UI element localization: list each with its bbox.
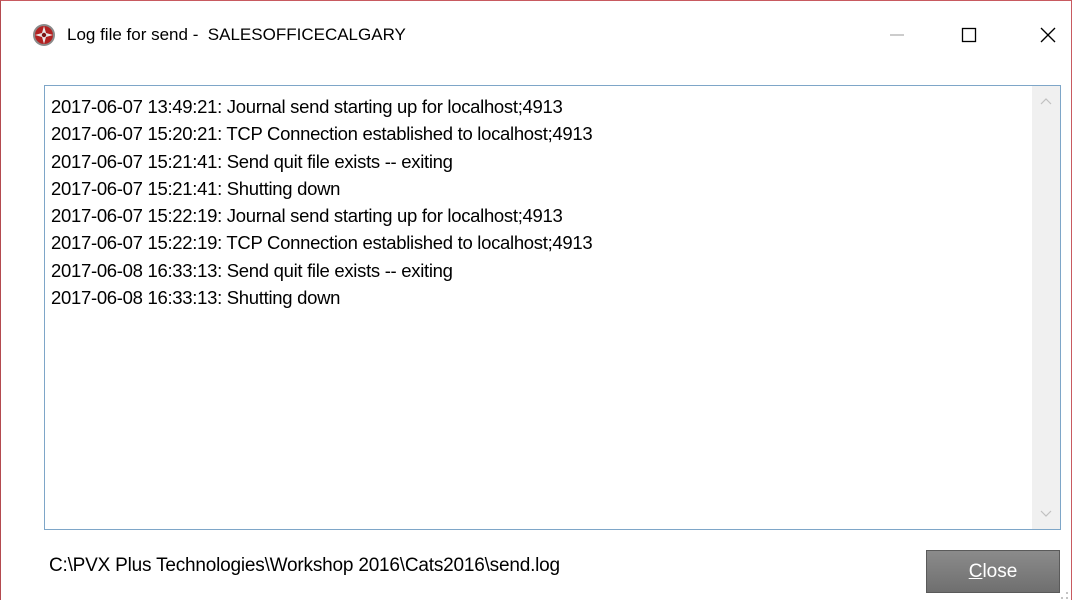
log-window: Log file for send - SALESOFFICECALGARY 2…	[0, 0, 1072, 600]
log-line: 2017-06-07 15:20:21: TCP Connection esta…	[51, 123, 593, 145]
window-title: Log file for send - SALESOFFICECALGARY	[67, 25, 406, 44]
minimize-icon	[890, 34, 904, 36]
log-line: 2017-06-07 13:49:21: Journal send starti…	[51, 96, 563, 117]
maximize-button[interactable]	[944, 13, 994, 57]
resize-grip-icon[interactable]	[1059, 587, 1069, 599]
log-lines: 2017-06-07 13:49:21: Journal send starti…	[51, 93, 1026, 311]
log-line: 2017-06-07 15:22:19: Journal send starti…	[51, 205, 563, 227]
close-button-label: lose	[982, 560, 1018, 582]
title-bar[interactable]: Log file for send - SALESOFFICECALGARY	[1, 1, 1071, 67]
log-line: 2017-06-08 16:33:13: Send quit file exis…	[51, 259, 453, 281]
chevron-up-icon	[1040, 98, 1052, 105]
log-line: 2017-06-07 15:21:41: Send quit file exis…	[51, 150, 453, 172]
minimize-button[interactable]	[872, 13, 922, 57]
close-button-mnemonic: C	[968, 560, 983, 582]
log-line: 2017-06-07 15:22:19: TCP Connection esta…	[51, 232, 593, 254]
app-logo-icon[interactable]	[32, 23, 56, 47]
log-line: 2017-06-07 15:21:41: Shutting down	[51, 177, 341, 199]
log-line: 2017-06-08 16:33:13: Shutting down	[51, 287, 341, 309]
chevron-down-icon	[1040, 510, 1052, 517]
vertical-scrollbar[interactable]	[1032, 86, 1060, 529]
log-file-path: C:\PVX Plus Technologies\Workshop 2016\C…	[49, 555, 560, 576]
close-icon	[1040, 27, 1056, 43]
close-window-button[interactable]	[1023, 13, 1073, 57]
maximize-icon	[961, 27, 977, 43]
scroll-down-button[interactable]	[1032, 499, 1060, 529]
log-textarea[interactable]: 2017-06-07 13:49:21: Journal send starti…	[44, 85, 1061, 530]
close-button[interactable]: Close	[926, 550, 1060, 593]
scroll-up-button[interactable]	[1032, 86, 1060, 116]
